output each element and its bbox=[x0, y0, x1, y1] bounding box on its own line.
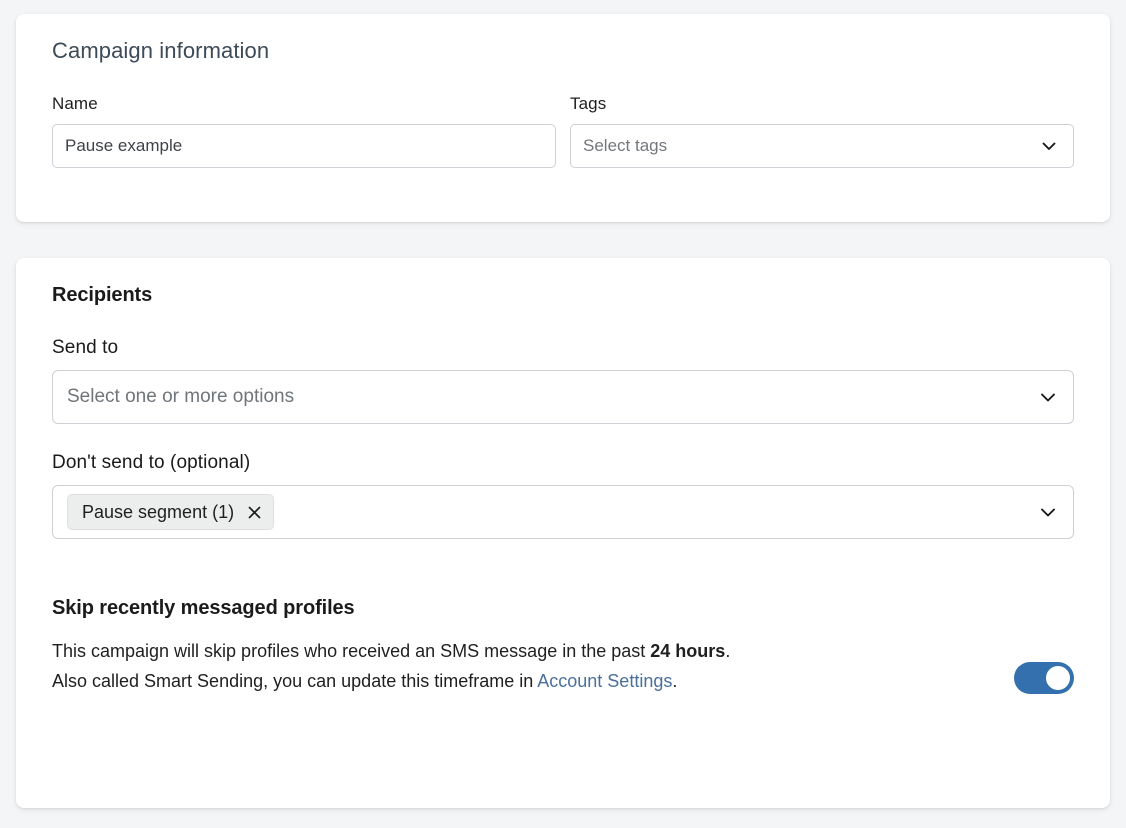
smart-sending-title: Skip recently messaged profiles bbox=[52, 597, 730, 620]
recipients-card: Recipients Send to Select one or more op… bbox=[16, 258, 1110, 808]
send-to-select[interactable]: Select one or more options bbox=[52, 370, 1074, 424]
smart-sending-timeframe: 24 hours bbox=[650, 641, 725, 661]
campaign-setup-page: Campaign information Name Tags Select ta… bbox=[0, 0, 1126, 828]
name-field-group: Name bbox=[52, 94, 556, 168]
smart-sending-line2-suffix: . bbox=[672, 671, 677, 691]
smart-sending-toggle[interactable] bbox=[1014, 662, 1074, 694]
chevron-down-icon bbox=[1039, 125, 1059, 167]
send-to-group: Send to Select one or more options bbox=[52, 337, 1074, 424]
campaign-information-card: Campaign information Name Tags Select ta… bbox=[16, 14, 1110, 222]
dont-send-to-select[interactable]: Pause segment (1) bbox=[52, 485, 1074, 539]
campaign-fields-row: Name Tags Select tags bbox=[52, 94, 1074, 168]
tags-field-group: Tags Select tags bbox=[570, 94, 1074, 168]
smart-sending-text-block: Skip recently messaged profiles This cam… bbox=[52, 597, 730, 696]
campaign-name-input[interactable] bbox=[52, 124, 556, 168]
send-to-placeholder: Select one or more options bbox=[67, 386, 294, 408]
name-label: Name bbox=[52, 94, 556, 114]
smart-sending-line2-prefix: Also called Smart Sending, you can updat… bbox=[52, 671, 537, 691]
smart-sending-section: Skip recently messaged profiles This cam… bbox=[52, 597, 1074, 696]
campaign-information-title: Campaign information bbox=[52, 38, 1074, 64]
recipients-title: Recipients bbox=[52, 284, 1074, 307]
tags-select-placeholder: Select tags bbox=[583, 136, 667, 156]
smart-sending-line1-prefix: This campaign will skip profiles who rec… bbox=[52, 641, 650, 661]
tags-label: Tags bbox=[570, 94, 1074, 114]
close-icon[interactable] bbox=[245, 503, 263, 521]
dont-send-to-group: Don't send to (optional) Pause segment (… bbox=[52, 452, 1074, 539]
chip-label: Pause segment (1) bbox=[82, 502, 234, 523]
smart-sending-line-1: This campaign will skip profiles who rec… bbox=[52, 636, 730, 666]
send-to-label: Send to bbox=[52, 337, 1074, 359]
selected-segment-chip: Pause segment (1) bbox=[67, 494, 274, 530]
smart-sending-description: This campaign will skip profiles who rec… bbox=[52, 636, 730, 696]
smart-sending-line-2: Also called Smart Sending, you can updat… bbox=[52, 666, 730, 696]
chevron-down-icon bbox=[1037, 486, 1059, 538]
tags-select[interactable]: Select tags bbox=[570, 124, 1074, 168]
chevron-down-icon bbox=[1037, 371, 1059, 423]
toggle-knob bbox=[1046, 666, 1070, 690]
dont-send-to-label: Don't send to (optional) bbox=[52, 452, 1074, 474]
smart-sending-line1-suffix: . bbox=[725, 641, 730, 661]
account-settings-link[interactable]: Account Settings bbox=[537, 671, 672, 691]
